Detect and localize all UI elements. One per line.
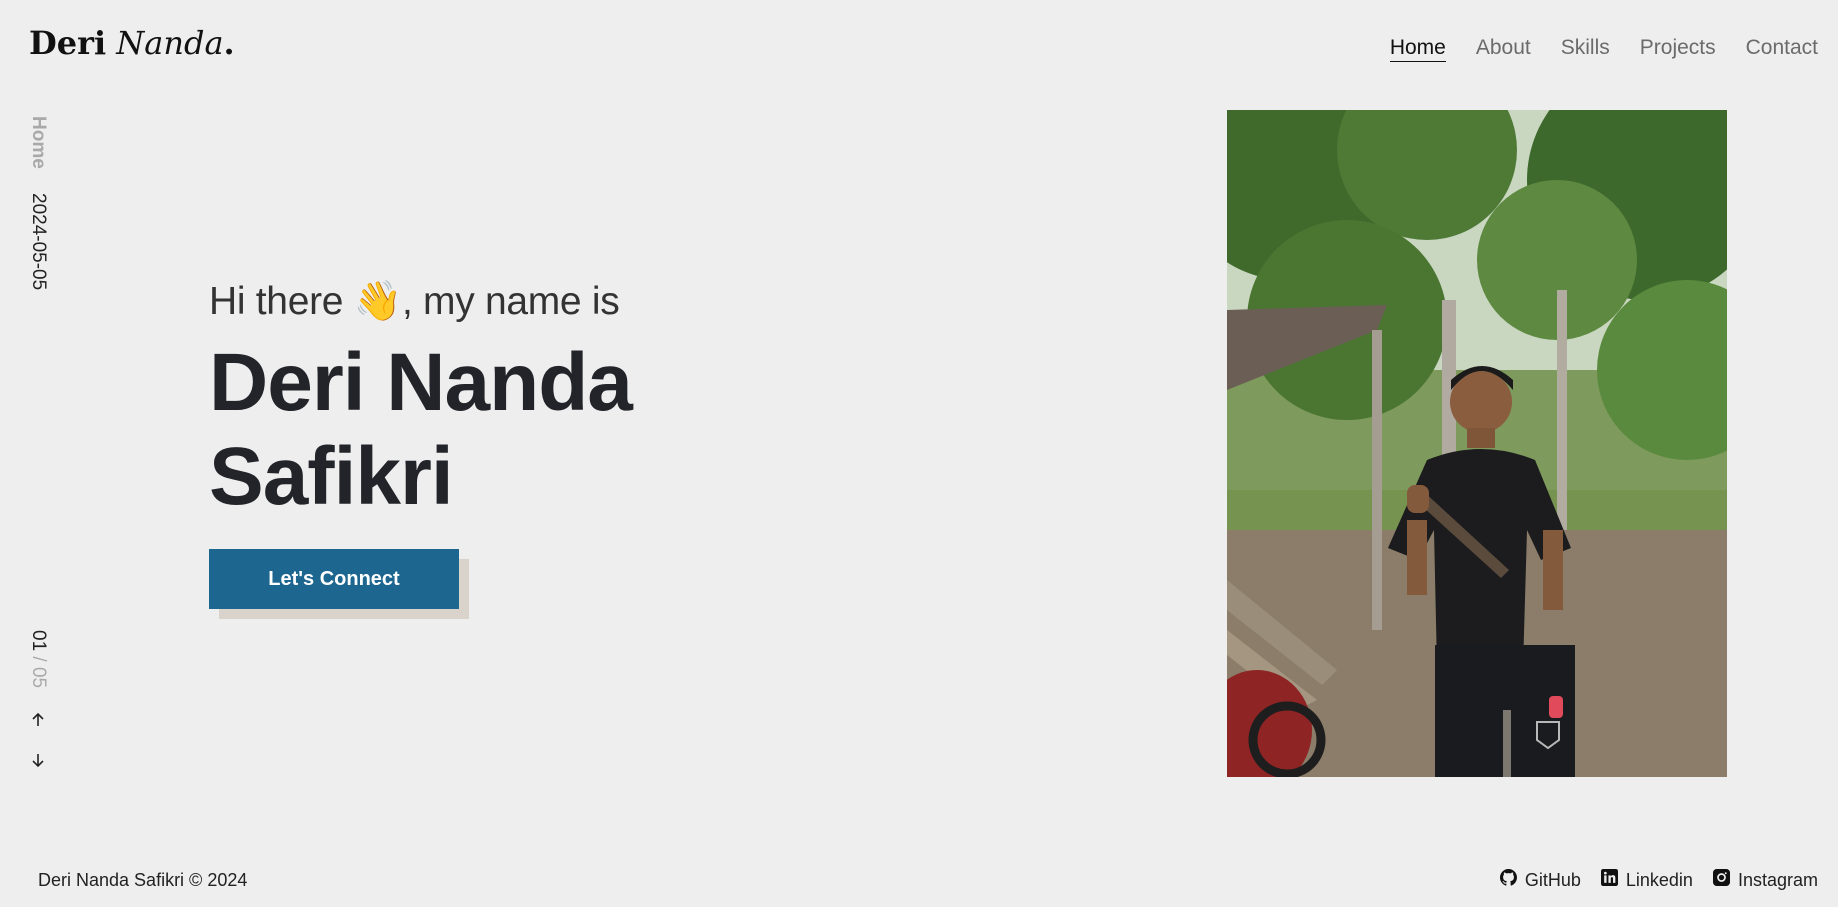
- logo-first-name: Deri: [29, 24, 107, 62]
- copyright-text: Deri Nanda Safikri © 2024: [38, 870, 248, 890]
- slide-total: 05: [28, 666, 49, 689]
- nav-projects[interactable]: Projects: [1640, 36, 1716, 62]
- greeting-before: Hi there: [209, 280, 354, 323]
- main-nav: Home About Skills Projects Contact: [1389, 36, 1818, 62]
- instagram-icon: [1712, 869, 1730, 891]
- nav-contact[interactable]: Contact: [1746, 36, 1818, 62]
- logo-dot: .: [223, 24, 235, 62]
- slide-separator: /: [28, 651, 49, 667]
- nav-home[interactable]: Home: [1389, 36, 1446, 62]
- linkedin-link[interactable]: Linkedin: [1600, 869, 1693, 891]
- greeting-after: , my name is: [401, 280, 620, 323]
- hero-name-line1: Deri Nanda: [209, 337, 633, 428]
- hero-name: Deri Nanda Safikri: [209, 336, 633, 524]
- connect-button[interactable]: Let's Connect: [209, 549, 459, 609]
- github-label: GitHub: [1524, 869, 1581, 890]
- slide-current: 01: [28, 630, 49, 652]
- site-logo[interactable]: Deri Nanda.: [29, 24, 235, 62]
- greeting-text: Hi there 👋, my name is: [209, 278, 620, 324]
- arrow-up-icon[interactable]: [27, 709, 49, 731]
- linkedin-icon: [1600, 869, 1618, 891]
- instagram-link[interactable]: Instagram: [1712, 869, 1818, 891]
- waving-hand-icon: 👋: [353, 279, 403, 324]
- instagram-label: Instagram: [1737, 869, 1818, 890]
- nav-skills[interactable]: Skills: [1561, 36, 1610, 62]
- arrow-down-icon[interactable]: [27, 749, 49, 771]
- section-indicator: Home: [28, 116, 49, 169]
- github-link[interactable]: GitHub: [1499, 869, 1581, 891]
- date-indicator: 2024-05-05: [28, 193, 49, 291]
- hero-name-line2: Safikri: [209, 431, 454, 522]
- linkedin-label: Linkedin: [1625, 869, 1693, 890]
- github-icon: [1499, 869, 1517, 891]
- social-links: GitHub Linkedin Instagram: [1499, 869, 1818, 891]
- logo-last-name: Nanda: [116, 24, 224, 62]
- profile-photo: [1227, 110, 1727, 777]
- slide-counter: 01 / 05: [27, 630, 49, 688]
- nav-about[interactable]: About: [1476, 36, 1531, 62]
